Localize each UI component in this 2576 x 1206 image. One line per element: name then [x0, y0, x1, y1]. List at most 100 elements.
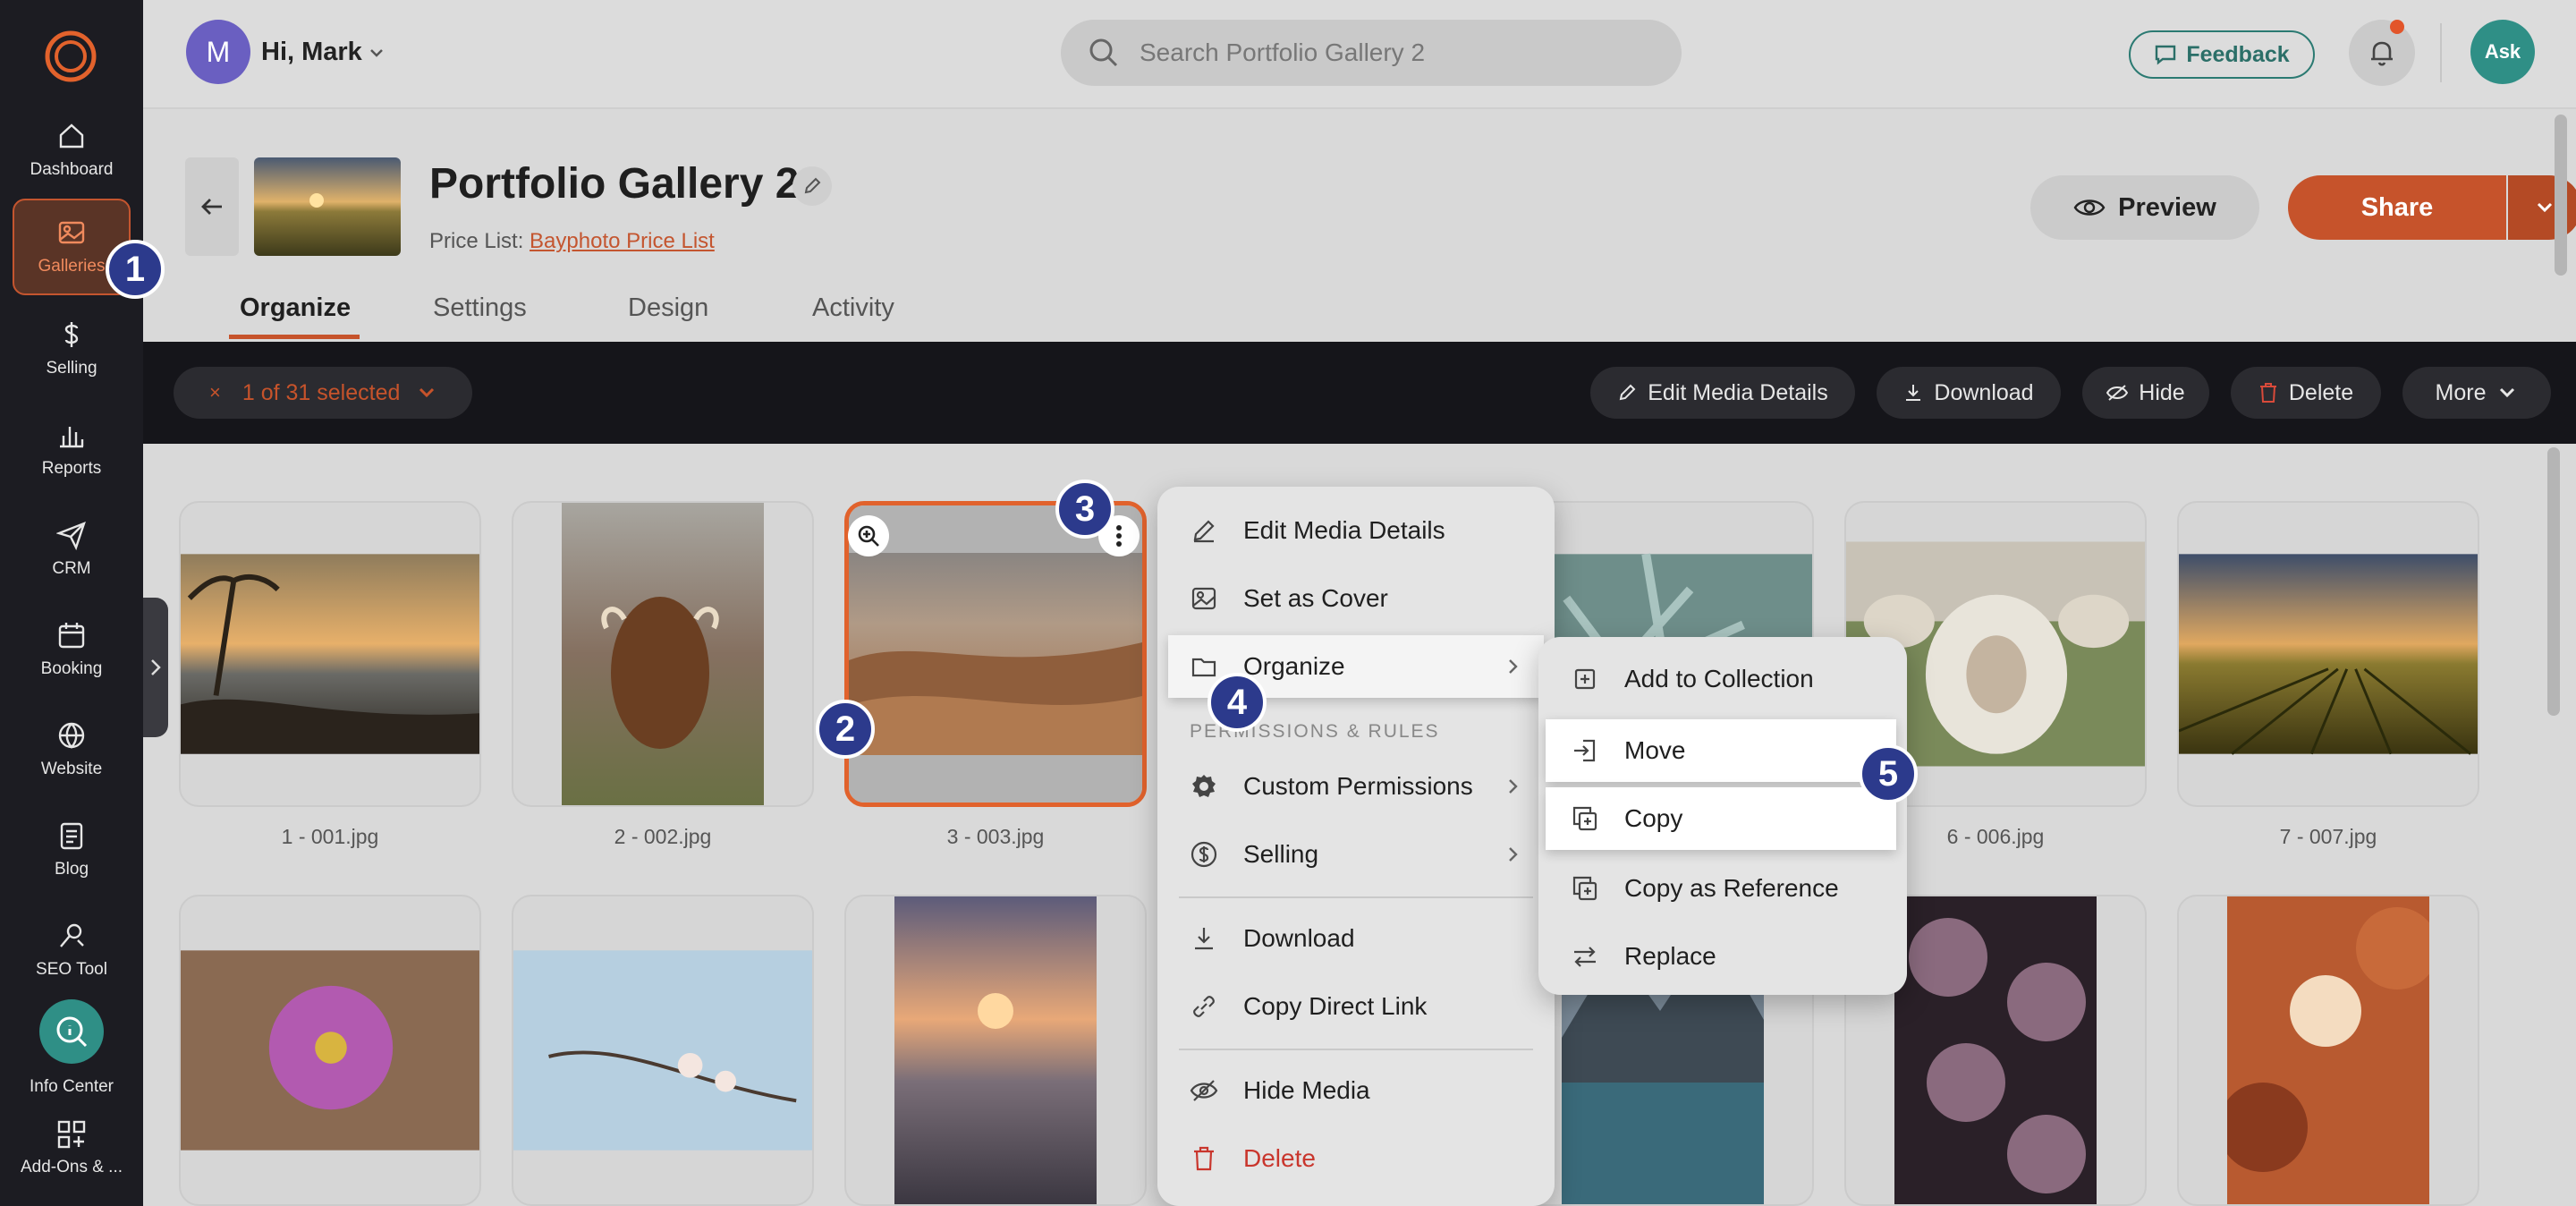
- sidebar-item-label: CRM: [52, 559, 91, 578]
- sidebar-item-seo-tool[interactable]: SEO Tool: [13, 902, 131, 998]
- photo-autumn-leaves: [2227, 896, 2429, 1204]
- sidebar-item-website[interactable]: Website: [13, 701, 131, 798]
- photo-card-7[interactable]: [2177, 501, 2479, 807]
- preview-button[interactable]: Preview: [2030, 175, 2259, 240]
- sidebar-item-label: Galleries: [38, 257, 106, 276]
- tab-design[interactable]: Design: [628, 293, 708, 323]
- tab-activity[interactable]: Activity: [812, 293, 894, 323]
- copy-reference-icon: [1572, 876, 1597, 901]
- photo-card-1[interactable]: [179, 501, 481, 807]
- add-collection-icon: [1574, 668, 1596, 690]
- submenu-item-copy-as-reference[interactable]: Copy as Reference: [1538, 857, 1907, 920]
- menu-item-selling[interactable]: Selling: [1157, 823, 1555, 886]
- page-scrollbar[interactable]: [2555, 115, 2567, 276]
- tab-organize[interactable]: Organize: [240, 293, 351, 323]
- menu-item-label: Organize: [1243, 652, 1345, 680]
- menu-item-copy-direct-link[interactable]: Copy Direct Link: [1157, 975, 1555, 1038]
- chevron-right-icon: [1509, 659, 1518, 674]
- chevron-right-icon: [151, 659, 161, 675]
- menu-item-label: Copy Direct Link: [1243, 992, 1428, 1020]
- feedback-button[interactable]: Feedback: [2129, 30, 2315, 79]
- notification-dot: [2390, 20, 2404, 34]
- selection-chip[interactable]: × 1 of 31 selected: [174, 367, 472, 419]
- more-button[interactable]: More: [2402, 367, 2551, 419]
- gallery-cover-thumbnail: [254, 157, 401, 256]
- addons-label: Add-Ons & ...: [20, 1158, 123, 1176]
- gear-icon: [1192, 775, 1216, 797]
- ask-assistant-button[interactable]: Ask: [2470, 20, 2535, 84]
- notifications-button[interactable]: [2349, 20, 2415, 86]
- zoom-button[interactable]: [848, 515, 889, 556]
- submenu-item-move[interactable]: Move: [1546, 719, 1896, 782]
- photo-desert-dunes: [849, 553, 1142, 755]
- search-bar[interactable]: [1061, 20, 1682, 86]
- photo-card-8[interactable]: [179, 895, 481, 1206]
- download-icon: [1906, 385, 1921, 401]
- user-greeting[interactable]: Hi, Mark: [261, 38, 362, 67]
- menu-item-download[interactable]: Download: [1157, 907, 1555, 970]
- menu-item-label: Delete: [1243, 1144, 1316, 1172]
- sidebar-item-blog[interactable]: Blog: [13, 802, 131, 898]
- selection-action-bar: [143, 342, 2576, 444]
- app-logo-icon[interactable]: [43, 29, 98, 84]
- chevron-down-icon[interactable]: [367, 43, 386, 63]
- share-button[interactable]: Share: [2288, 175, 2506, 240]
- photo-card-10[interactable]: [844, 895, 1147, 1206]
- avatar[interactable]: M: [186, 20, 250, 84]
- chevron-right-icon: [1509, 847, 1518, 862]
- hide-label: Hide: [2139, 379, 2185, 405]
- download-button[interactable]: Download: [1877, 367, 2061, 419]
- hide-button[interactable]: Hide: [2082, 367, 2209, 419]
- menu-item-set-as-cover[interactable]: Set as Cover: [1157, 567, 1555, 630]
- back-button[interactable]: [185, 157, 239, 256]
- menu-item-hide-media[interactable]: Hide Media: [1157, 1059, 1555, 1122]
- photo-card-13[interactable]: [2177, 895, 2479, 1206]
- delete-label: Delete: [2288, 379, 2354, 405]
- submenu-item-label: Replace: [1624, 942, 1716, 970]
- menu-item-delete[interactable]: Delete: [1157, 1127, 1555, 1190]
- price-list-link[interactable]: Bayphoto Price List: [530, 229, 715, 253]
- info-center-button[interactable]: [39, 999, 104, 1064]
- photo-purple-flower: [181, 950, 479, 1151]
- home-icon: [59, 123, 84, 149]
- delete-button[interactable]: Delete: [2231, 367, 2381, 419]
- sidebar-item-dashboard[interactable]: Dashboard: [13, 102, 131, 199]
- sidebar-item-booking[interactable]: Booking: [13, 601, 131, 698]
- menu-item-label: Custom Permissions: [1243, 772, 1473, 800]
- grid-icon[interactable]: [55, 1118, 88, 1151]
- search-input[interactable]: [1140, 38, 1640, 67]
- seo-icon: [60, 923, 84, 947]
- page-title: Portfolio Gallery 2: [429, 160, 800, 208]
- edit-title-button[interactable]: [792, 166, 832, 206]
- step-marker-5: 5: [1859, 744, 1918, 803]
- tab-settings[interactable]: Settings: [433, 293, 527, 323]
- sidebar-item-crm[interactable]: CRM: [13, 501, 131, 598]
- content-scrollbar[interactable]: [2547, 447, 2560, 716]
- photo-vineyard-sunset: [2179, 554, 2478, 755]
- pencil-icon: [1619, 384, 1636, 401]
- step-marker-1: 1: [106, 240, 165, 299]
- submenu-item-copy[interactable]: Copy: [1546, 787, 1896, 850]
- pencil-icon: [1193, 520, 1215, 543]
- submenu-item-replace[interactable]: Replace: [1538, 925, 1907, 988]
- clear-selection-icon[interactable]: ×: [209, 381, 221, 404]
- menu-item-custom-permissions[interactable]: Custom Permissions: [1157, 755, 1555, 818]
- sidebar-item-selling[interactable]: Selling: [13, 301, 131, 397]
- move-icon: [1574, 739, 1596, 762]
- photo-beach-palms: [181, 554, 479, 754]
- edit-media-details-button[interactable]: Edit Media Details: [1590, 367, 1855, 419]
- sidebar-item-reports[interactable]: Reports: [13, 401, 131, 497]
- submenu-item-add-to-collection[interactable]: Add to Collection: [1538, 648, 1907, 710]
- sidebar: Dashboard Galleries Selling Reports CRM …: [0, 0, 143, 1206]
- globe-icon: [58, 722, 85, 749]
- chevron-down-icon: [419, 387, 435, 398]
- photo-card-2[interactable]: [512, 501, 814, 807]
- active-tab-indicator: [229, 335, 360, 339]
- more-label: More: [2435, 379, 2487, 405]
- selection-count: 1 of 31 selected: [242, 379, 401, 405]
- sidebar-expand-tab[interactable]: [143, 598, 168, 737]
- photo-card-9[interactable]: [512, 895, 814, 1206]
- top-bar: M Hi, Mark Feedback Ask: [143, 0, 2576, 109]
- submenu-item-label: Move: [1624, 736, 1686, 764]
- menu-item-edit-media-details[interactable]: Edit Media Details: [1157, 499, 1555, 562]
